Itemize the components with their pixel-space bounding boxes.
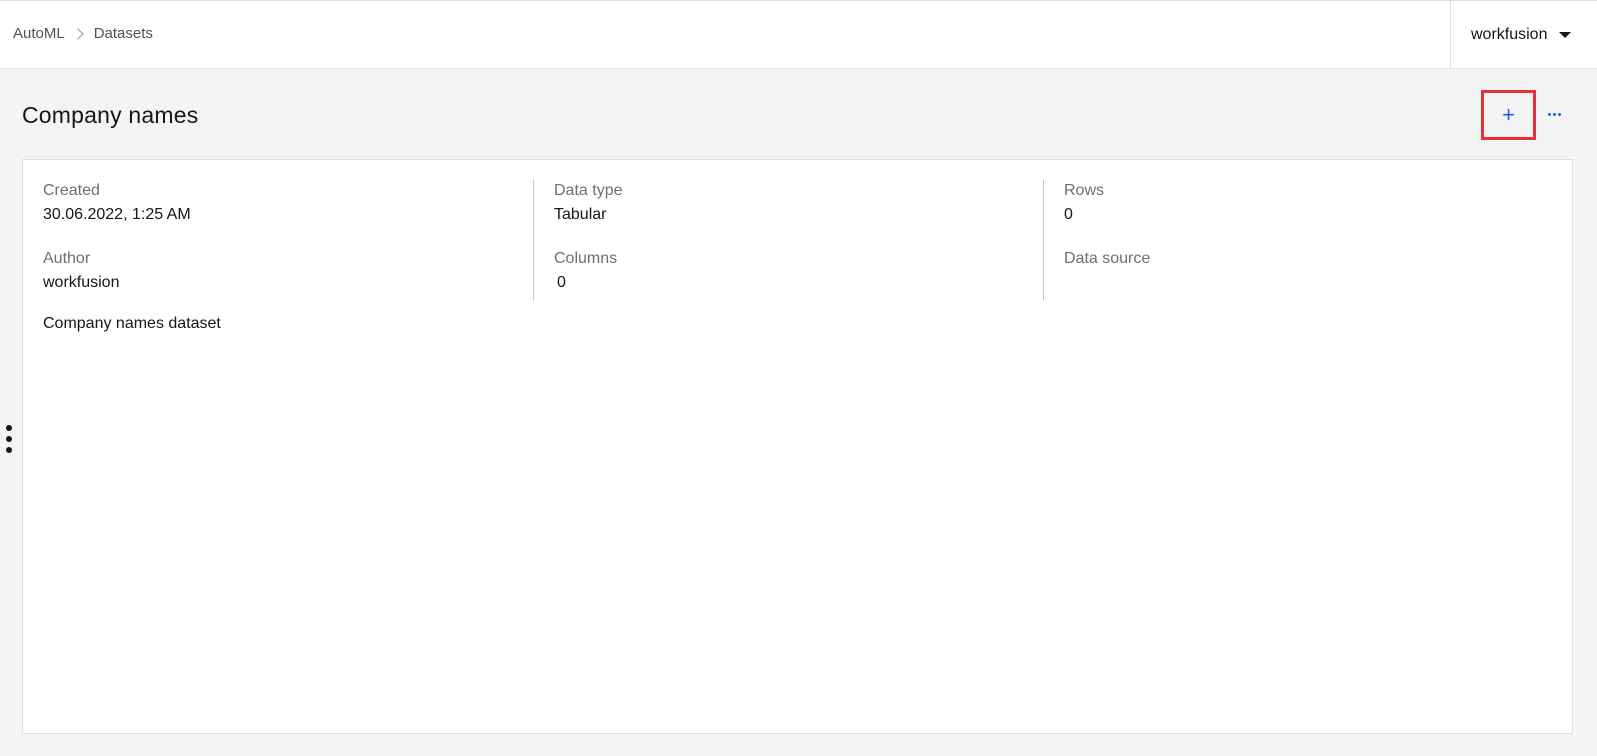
caret-down-icon	[1559, 32, 1572, 38]
data-type-label: Data type	[554, 182, 623, 199]
rows-field: Rows 0	[1064, 180, 1553, 228]
details-column-2: Data type Tabular Columns 0	[533, 180, 1043, 300]
author-value: workfusion	[43, 274, 120, 291]
dataset-details-card: Created 30.06.2022, 1:25 AM Author workf…	[22, 159, 1573, 734]
dataset-description: Company names dataset	[43, 315, 221, 332]
data-source-field: Data source	[1064, 248, 1553, 270]
breadcrumb: AutoML Datasets	[13, 25, 153, 42]
columns-value: 0	[557, 274, 566, 291]
plus-icon: +	[1502, 102, 1515, 127]
created-value: 30.06.2022, 1:25 AM	[43, 206, 191, 223]
columns-label: Columns	[554, 250, 618, 267]
columns-field: Columns 0	[554, 248, 1043, 296]
page-title: Company names	[22, 102, 199, 128]
overflow-menu-icon	[1547, 112, 1561, 116]
data-source-label: Data source	[1064, 250, 1151, 267]
chevron-right-icon	[72, 27, 84, 40]
author-field: Author workfusion	[43, 248, 533, 296]
side-panel-handle-icon[interactable]	[5, 425, 13, 453]
created-field: Created 30.06.2022, 1:25 AM	[43, 180, 533, 228]
details-column-1: Created 30.06.2022, 1:25 AM Author workf…	[43, 180, 533, 300]
breadcrumb-automl[interactable]: AutoML	[13, 25, 65, 42]
data-type-field: Data type Tabular	[554, 180, 1043, 228]
rows-value: 0	[1064, 206, 1073, 223]
breadcrumb-datasets[interactable]: Datasets	[94, 25, 153, 42]
data-type-value: Tabular	[554, 206, 607, 223]
top-header: AutoML Datasets workfusion	[0, 0, 1597, 69]
author-label: Author	[43, 250, 91, 267]
details-column-3: Rows 0 Data source	[1043, 180, 1553, 300]
overflow-menu-button[interactable]	[1540, 100, 1568, 128]
username-label: workfusion	[1471, 26, 1548, 43]
created-label: Created	[43, 182, 100, 199]
add-button[interactable]: +	[1481, 90, 1536, 140]
user-menu[interactable]: workfusion	[1450, 1, 1597, 69]
rows-label: Rows	[1064, 182, 1105, 199]
